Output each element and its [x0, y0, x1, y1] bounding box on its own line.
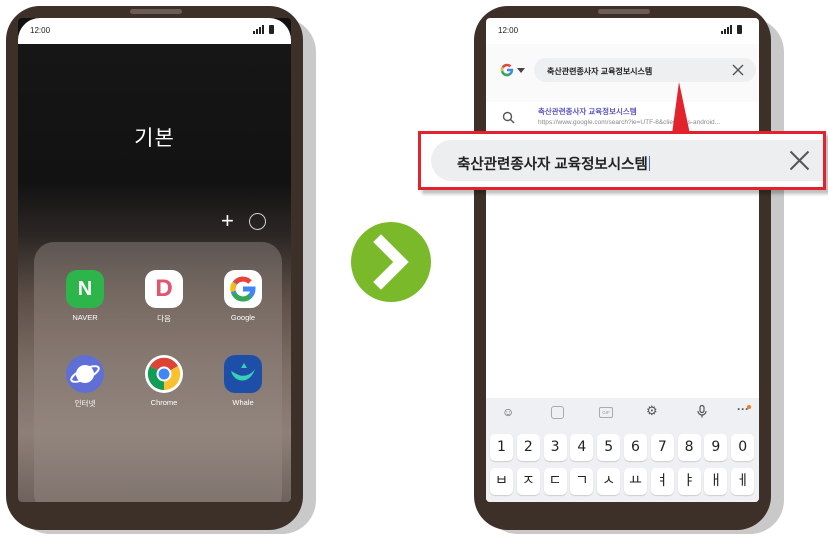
zoomed-search-input: 축산관련종사자 교육정보시스템 — [431, 140, 823, 181]
clear-icon — [789, 150, 810, 171]
zoomed-search-text: 축산관련종사자 교육정보시스템 — [457, 153, 651, 174]
text-cursor — [648, 156, 651, 171]
callout-pointer — [672, 82, 690, 134]
zoomed-search-callout: 축산관련종사자 교육정보시스템 — [418, 131, 826, 190]
